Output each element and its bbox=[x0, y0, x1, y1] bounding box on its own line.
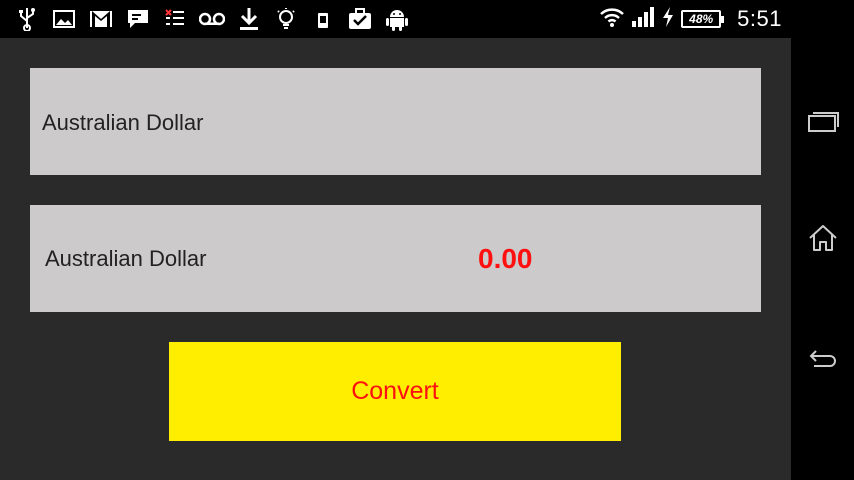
chat-icon bbox=[125, 6, 151, 32]
charging-bolt-icon bbox=[661, 6, 675, 33]
converted-result: 0.00 bbox=[478, 243, 533, 274]
currency-converter-app: Australian Dollar Australian Dollar 0.00… bbox=[0, 38, 791, 480]
usb-icon bbox=[14, 6, 40, 32]
system-status: 48% 5:51 bbox=[599, 6, 782, 32]
battery-indicator: 48% bbox=[681, 10, 725, 28]
phone-screen: 48% 5:51 Australian Dollar Australian Do… bbox=[0, 0, 854, 480]
wifi-icon bbox=[599, 6, 625, 33]
voicemail-icon bbox=[199, 6, 225, 32]
notification-icons bbox=[14, 6, 410, 32]
recents-icon bbox=[807, 109, 839, 138]
home-icon bbox=[808, 224, 838, 257]
from-currency-spinner[interactable]: Australian Dollar bbox=[30, 68, 761, 175]
signal-icon bbox=[631, 6, 655, 33]
navigation-bar bbox=[791, 0, 854, 480]
status-bar: 48% 5:51 bbox=[0, 0, 854, 38]
back-button[interactable] bbox=[791, 332, 854, 392]
to-currency-label: Australian Dollar bbox=[45, 246, 207, 271]
download-icon bbox=[236, 6, 262, 32]
home-button[interactable] bbox=[791, 210, 854, 270]
android-icon bbox=[384, 6, 410, 32]
from-currency-label: Australian Dollar bbox=[42, 110, 204, 135]
convert-button[interactable]: Convert bbox=[169, 342, 621, 441]
to-currency-spinner[interactable]: Australian Dollar 0.00 bbox=[30, 205, 761, 312]
briefcase-check-icon bbox=[347, 6, 373, 32]
back-icon bbox=[808, 348, 838, 377]
lightbulb-icon bbox=[273, 6, 299, 32]
image-icon bbox=[51, 6, 77, 32]
gmail-icon bbox=[88, 6, 114, 32]
recents-button[interactable] bbox=[791, 93, 854, 153]
notes-icon bbox=[162, 6, 188, 32]
phone-device-icon bbox=[310, 6, 336, 32]
clock: 5:51 bbox=[737, 6, 782, 31]
